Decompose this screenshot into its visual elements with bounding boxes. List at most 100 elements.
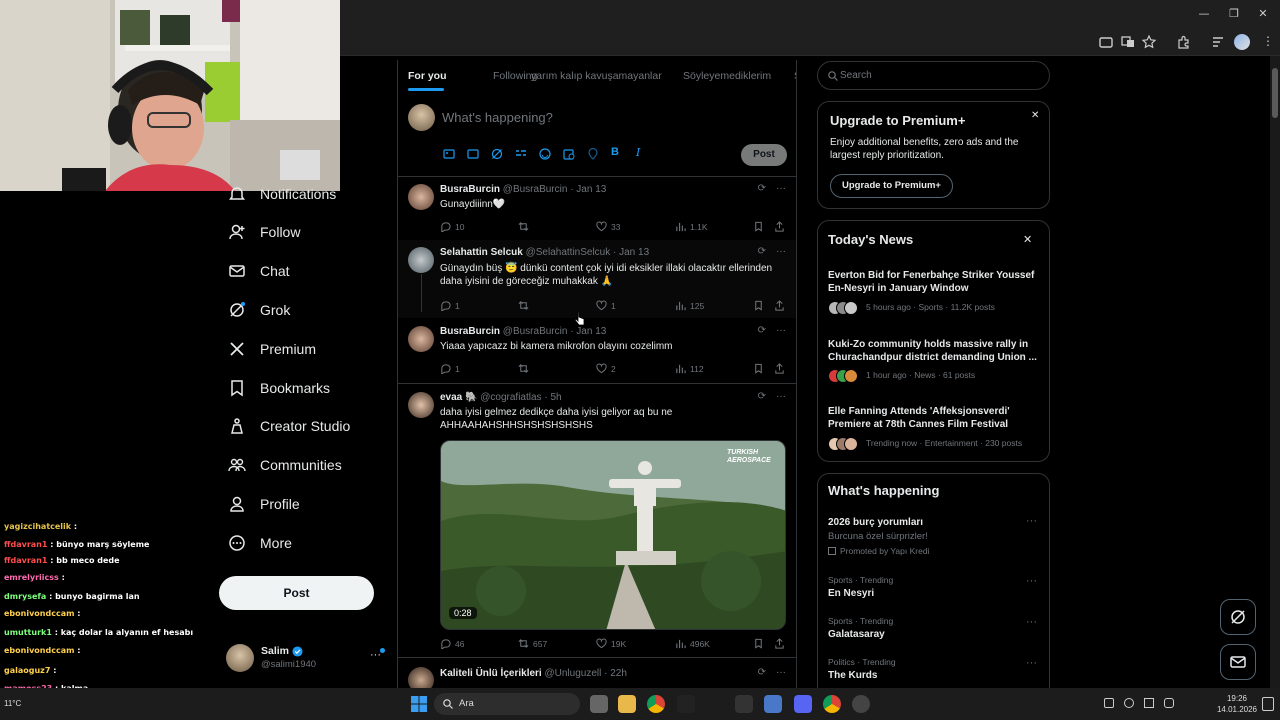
views-button[interactable]: 112 (675, 363, 704, 374)
views-button[interactable]: 496K (675, 638, 710, 649)
bookmark-button[interactable] (753, 221, 764, 232)
trend-more-icon[interactable]: ··· (1026, 657, 1037, 669)
retweet-button[interactable] (518, 363, 533, 374)
compose-input[interactable]: What's happening? (442, 110, 553, 125)
like-button[interactable]: 33 (596, 221, 620, 232)
notification-center-icon[interactable] (1262, 697, 1274, 711)
page-scrollbar[interactable] (1270, 56, 1280, 688)
minimize-button[interactable]: — (1196, 6, 1212, 22)
grok-icon[interactable]: ⟳ (758, 246, 766, 257)
tray-icon[interactable] (1124, 698, 1134, 708)
grok-compose-icon[interactable] (491, 148, 503, 160)
views-button[interactable]: 1.1K (675, 221, 708, 232)
nav-more[interactable]: More (228, 531, 292, 555)
news-item-title[interactable]: Kuki-Zo community holds massive rally in… (828, 338, 1043, 364)
more-icon[interactable]: ··· (776, 183, 786, 194)
trend-name[interactable]: 2026 burç yorumları (828, 517, 923, 528)
restore-button[interactable]: ❐ (1226, 6, 1242, 22)
bookmark-button[interactable] (753, 363, 764, 374)
account-switcher[interactable]: Salim @salimi1940 ··· (226, 643, 386, 675)
close-window-button[interactable]: ✕ (1255, 6, 1271, 22)
nav-grok[interactable]: Grok (228, 298, 290, 322)
trend-name[interactable]: The Kurds (828, 670, 877, 681)
taskbar-search[interactable]: Ara (434, 693, 580, 715)
like-button[interactable]: 1 (596, 300, 616, 311)
retweet-button[interactable] (518, 221, 533, 232)
tweet[interactable]: evaa 🐘 @cografiatlas · 5h ⟳ ··· daha iyis… (398, 385, 796, 658)
task-view-icon[interactable] (590, 695, 608, 713)
bookmark-star-icon[interactable] (1141, 34, 1157, 50)
views-button[interactable]: 125 (675, 300, 704, 311)
emoji-icon[interactable] (539, 148, 551, 160)
author-name[interactable]: evaa 🐘 (440, 392, 477, 403)
author-name[interactable]: Selahattin Selcuk (440, 247, 523, 258)
scrollbar-thumb[interactable] (1272, 68, 1278, 118)
nav-bookmarks[interactable]: Bookmarks (228, 376, 330, 400)
grok-float-button[interactable] (1220, 599, 1256, 635)
author-name[interactable]: Kaliteli Ünlü İçerikleri (440, 668, 542, 679)
more-icon[interactable]: ··· (776, 246, 786, 257)
tab-list-2[interactable]: Söyleyemediklerim (683, 70, 771, 82)
reply-button[interactable]: 1 (440, 300, 460, 311)
bookmark-button[interactable] (753, 300, 764, 311)
tab-for-you[interactable]: For you (408, 70, 447, 82)
app-icon[interactable] (852, 695, 870, 713)
retweet-button[interactable] (518, 300, 533, 311)
poll-icon[interactable] (515, 148, 527, 160)
search-box[interactable]: Search (817, 61, 1050, 90)
premium-close-button[interactable]: ✕ (1031, 110, 1039, 121)
grok-icon[interactable]: ⟳ (758, 391, 766, 402)
grok-icon[interactable]: ⟳ (758, 325, 766, 336)
tweet[interactable]: BusraBurcin @BusraBurcin · Jan 13 ⟳ ··· G… (398, 177, 796, 239)
news-close-button[interactable]: ✕ (1023, 233, 1032, 246)
app-icon[interactable] (677, 695, 695, 713)
reply-button[interactable]: 46 (440, 638, 464, 649)
extensions-icon[interactable] (1175, 34, 1191, 50)
chrome-active-icon[interactable] (823, 695, 841, 713)
italic-icon[interactable]: I (636, 146, 640, 159)
grok-icon[interactable]: ⟳ (758, 183, 766, 194)
profile-avatar-icon[interactable] (1234, 34, 1250, 50)
tab-list-1[interactable]: yarım kalıp kavuşamayanlar (531, 70, 662, 82)
weather-widget[interactable]: 11°C (4, 691, 32, 717)
reply-button[interactable]: 1 (440, 363, 460, 374)
windows-start-icon[interactable] (411, 696, 427, 712)
browser-menu-icon[interactable]: ⋮ (1260, 34, 1276, 50)
nav-notifications[interactable]: Notifications (228, 182, 336, 206)
bold-icon[interactable]: B (611, 146, 619, 158)
schedule-icon[interactable] (563, 148, 575, 160)
author-name[interactable]: BusraBurcin (440, 184, 500, 195)
nav-chat[interactable]: Chat (228, 259, 290, 283)
file-explorer-icon[interactable] (618, 695, 636, 713)
news-item-title[interactable]: Everton Bid for Fenerbahçe Striker Youss… (828, 269, 1043, 295)
share-button[interactable] (774, 638, 785, 649)
cast-icon[interactable] (1098, 34, 1114, 50)
like-button[interactable]: 19K (596, 638, 626, 649)
gif-icon[interactable] (467, 148, 479, 160)
media-control-icon[interactable] (1210, 34, 1226, 50)
tab-list-3[interactable]: S (794, 70, 796, 82)
discord-icon[interactable] (794, 695, 812, 713)
grok-icon[interactable]: ⟳ (758, 667, 766, 678)
nav-premium[interactable]: Premium (228, 337, 316, 361)
translate-icon[interactable] (1120, 34, 1136, 50)
post-button[interactable]: Post (219, 576, 374, 610)
tray-icon[interactable] (1104, 698, 1114, 708)
reply-button[interactable]: 10 (440, 221, 464, 232)
upgrade-premium-button[interactable]: Upgrade to Premium+ (830, 174, 953, 198)
tweet[interactable]: BusraBurcin @BusraBurcin · Jan 13 ⟳ ··· Y… (398, 319, 796, 384)
nav-profile[interactable]: Profile (228, 492, 300, 516)
trend-name[interactable]: En Nesyri (828, 588, 874, 599)
more-icon[interactable]: ··· (776, 325, 786, 336)
share-button[interactable] (774, 221, 785, 232)
volume-icon[interactable] (1164, 698, 1174, 708)
clock[interactable]: 19:26 14.01.2026 (1212, 693, 1262, 715)
trend-name[interactable]: Galatasaray (828, 629, 885, 640)
more-icon[interactable]: ··· (776, 391, 786, 402)
news-item-title[interactable]: Elle Fanning Attends 'Affeksjonsverdi' P… (828, 405, 1043, 431)
share-button[interactable] (774, 300, 785, 311)
tweet[interactable]: Selahattin Selcuk @SelahattinSelcuk · Ja… (398, 240, 796, 326)
app-icon[interactable] (735, 695, 753, 713)
nav-creator-studio[interactable]: Creator Studio (228, 414, 350, 438)
compose-post-button[interactable]: Post (741, 144, 787, 166)
